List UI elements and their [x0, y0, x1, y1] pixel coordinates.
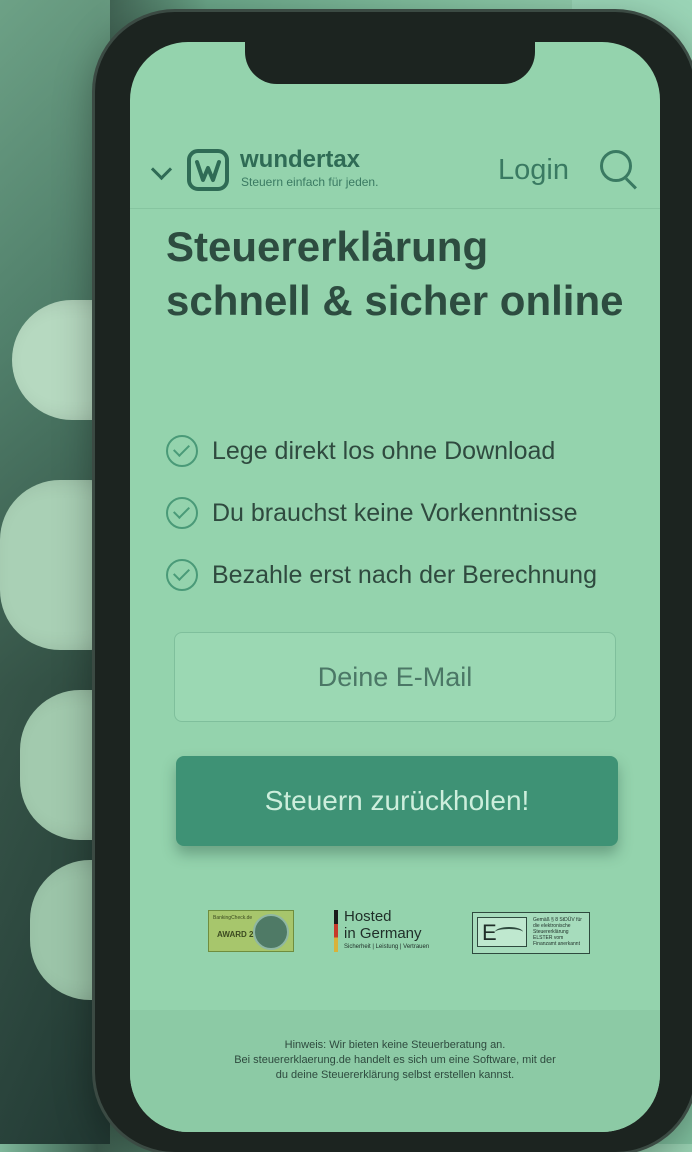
chevron-down-icon[interactable]: [150, 158, 173, 181]
hosted-subline: Sicherheit | Leistung | Vertrauen: [344, 944, 430, 950]
feature-label: Lege direkt los ohne Download: [212, 436, 556, 465]
hero-title: Steuererklärung schnell & sicher online: [166, 223, 624, 324]
check-circle-icon: [166, 559, 198, 591]
hosted-line1: Hosted: [344, 908, 392, 925]
feature-list: Lege direkt los ohne Download Du brauchs…: [166, 420, 597, 606]
feature-label: Du brauchst keine Vorkenntnisse: [212, 498, 578, 527]
award-badge: BankingCheck.de AWARD 2018: [208, 910, 294, 952]
check-circle-icon: [166, 435, 198, 467]
brand-name[interactable]: wundertax: [240, 148, 360, 172]
phone-notch: [245, 38, 535, 84]
search-icon[interactable]: [600, 150, 632, 182]
elster-text: Gemäß § 8 StDÜV für die elektronische St…: [533, 917, 582, 947]
login-link[interactable]: Login: [498, 154, 569, 187]
brand-tagline: Steuern einfach für jeden.: [241, 175, 379, 189]
feature-item: Bezahle erst nach der Berechnung: [166, 544, 597, 606]
seal-icon: [253, 914, 289, 950]
phone-screen: wundertax Steuern einfach für jeden. Log…: [130, 42, 660, 1132]
check-circle-icon: [166, 497, 198, 529]
award-badge-label: BankingCheck.de: [213, 915, 253, 921]
footer: Hinweis: Wir bieten keine Steuerberatung…: [130, 1010, 660, 1132]
footer-note-line: Hinweis: Wir bieten keine Steuerberatung…: [284, 1039, 506, 1051]
feature-label: Bezahle erst nach der Berechnung: [212, 560, 597, 589]
hosted-label: Hosted in Germany: [344, 908, 422, 942]
footer-note-line: Bei steuererklaerung.de handelt es sich …: [234, 1054, 556, 1066]
elster-badge: E Gemäß § 8 StDÜV für die elektronische …: [472, 912, 590, 954]
hosted-line2: in Germany: [344, 925, 422, 942]
trust-badges: BankingCheck.de AWARD 2018 Hosted in Ger…: [200, 908, 620, 958]
feature-item: Du brauchst keine Vorkenntnisse: [166, 482, 597, 544]
wave-icon: [495, 927, 523, 937]
german-flag-icon: [334, 910, 338, 952]
footer-note: Hinweis: Wir bieten keine Steuerberatung…: [130, 1038, 660, 1083]
site-header: wundertax Steuern einfach für jeden. Log…: [130, 112, 660, 209]
email-field[interactable]: [174, 632, 616, 722]
feature-item: Lege direkt los ohne Download: [166, 420, 597, 482]
cta-button[interactable]: Steuern zurückholen!: [176, 756, 618, 846]
wundertax-logo-icon[interactable]: [186, 148, 230, 192]
footer-note-line: du deine Steuererklärung selbst erstelle…: [275, 1069, 515, 1081]
